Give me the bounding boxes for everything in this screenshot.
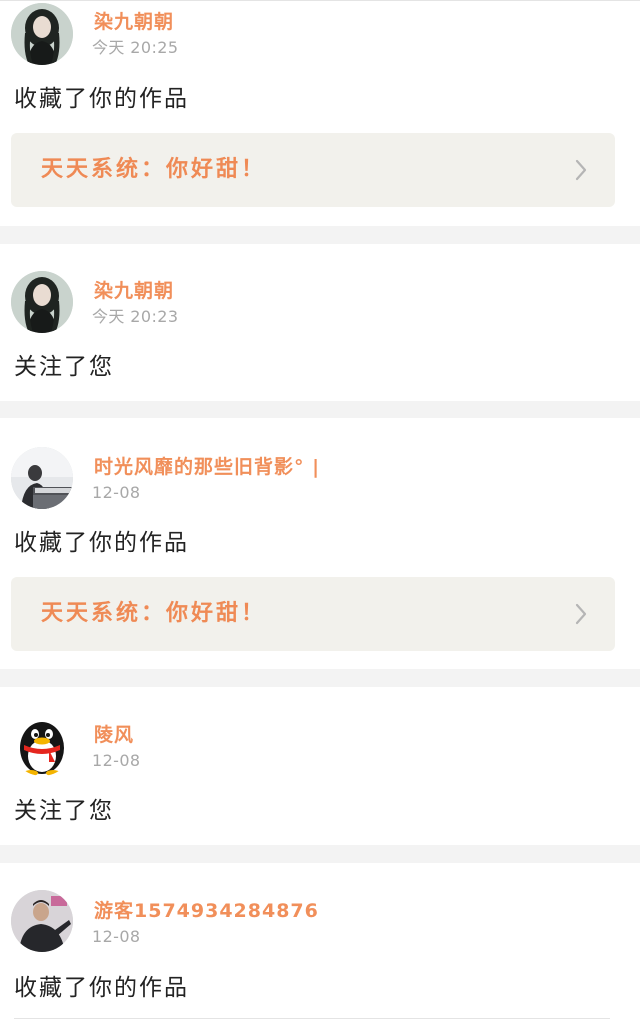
timestamp: 今天 20:23 bbox=[92, 307, 179, 326]
notification-card: 游客1574934284876 12-08 收藏了你的作品 bbox=[0, 863, 640, 1022]
username[interactable]: 染九朝朝 bbox=[94, 279, 174, 303]
referenced-work-title: 天天系统：你好甜！ bbox=[41, 157, 267, 182]
notification-card: 染九朝朝 今天 20:23 关注了您 bbox=[0, 244, 640, 401]
timestamp: 12-08 bbox=[92, 927, 141, 946]
activity-text: 收藏了你的作品 bbox=[14, 86, 189, 112]
activity-text: 收藏了你的作品 bbox=[14, 975, 189, 1001]
username[interactable]: 陵风 bbox=[94, 723, 134, 747]
bottom-divider bbox=[14, 1018, 610, 1019]
username[interactable]: 染九朝朝 bbox=[94, 10, 174, 34]
timestamp: 12-08 bbox=[92, 483, 141, 502]
referenced-work-title: 天天系统：你好甜！ bbox=[41, 601, 267, 626]
chevron-right-icon bbox=[575, 159, 587, 181]
activity-text: 收藏了你的作品 bbox=[14, 530, 189, 556]
notification-card: 染九朝朝 今天 20:25 收藏了你的作品 天天系统：你好甜！ bbox=[0, 0, 640, 226]
notification-card: 陵风 12-08 关注了您 bbox=[0, 687, 640, 845]
top-divider bbox=[0, 0, 640, 1]
referenced-work-link[interactable]: 天天系统：你好甜！ bbox=[11, 577, 615, 651]
girl-portrait-avatar[interactable] bbox=[11, 3, 73, 65]
man-portrait-avatar[interactable] bbox=[11, 890, 73, 952]
timestamp: 12-08 bbox=[92, 751, 141, 770]
activity-text: 关注了您 bbox=[14, 798, 114, 824]
referenced-work-link[interactable]: 天天系统：你好甜！ bbox=[11, 133, 615, 207]
chevron-right-icon bbox=[575, 603, 587, 625]
username[interactable]: 时光风靡的那些旧背影° | bbox=[94, 455, 320, 479]
timestamp: 今天 20:25 bbox=[92, 38, 179, 57]
username[interactable]: 游客1574934284876 bbox=[94, 899, 319, 923]
notification-card: 时光风靡的那些旧背影° | 12-08 收藏了你的作品 天天系统：你好甜！ bbox=[0, 418, 640, 669]
activity-text: 关注了您 bbox=[14, 354, 114, 380]
qq-penguin-avatar[interactable] bbox=[11, 714, 73, 776]
girl-portrait-avatar[interactable] bbox=[11, 271, 73, 333]
notification-feed: 染九朝朝 今天 20:25 收藏了你的作品 天天系统：你好甜！ 染九朝朝 今天 … bbox=[0, 0, 640, 1022]
person-at-piano-avatar[interactable] bbox=[11, 447, 73, 509]
